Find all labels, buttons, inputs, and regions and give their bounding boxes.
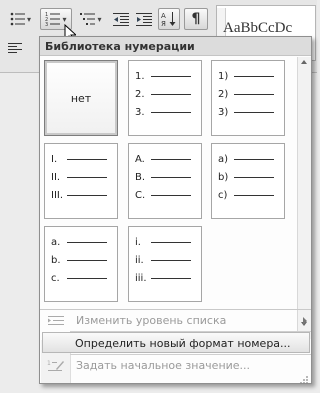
sort-icon: A Я [161,11,177,27]
numbering-tile-arabic-period[interactable]: 1. 2. 3. [128,60,202,136]
bullets-button[interactable]: ▾ [4,8,37,30]
change-level-icon [47,313,65,328]
numbering-tile-roman-upper[interactable]: I. II. III. [44,143,118,219]
define-new-format-label: Определить новый формат номера... [75,337,291,350]
list-item: A. [135,152,191,166]
list-item: i. [135,235,191,249]
numbering-tile-alpha-lower-period[interactable]: a. b. c. [44,226,118,302]
chevron-down-icon: ▾ [26,14,31,24]
list-item: a. [51,235,107,249]
chevron-down-icon: ▾ [62,14,67,24]
numbering-icon: 1 2 3 [45,12,61,26]
list-item: B. [135,170,191,184]
increase-indent-icon [136,12,152,26]
gallery-scrollbar[interactable] [297,57,311,339]
svg-text:Я: Я [161,20,166,27]
align-left-icon [8,43,22,55]
list-item: 2. [135,87,191,101]
numbering-tile-alpha-lower-paren[interactable]: a) b) c) [211,143,285,219]
change-list-level-label: Изменить уровень списка [76,314,227,327]
style-sample: AaBbCcDc [223,20,293,36]
list-item: 2) [218,87,274,101]
pilcrow-icon: ¶ [191,11,201,27]
list-item: 3. [135,105,191,119]
change-list-level-item[interactable]: Изменить уровень списка [41,310,307,331]
list-item: iii. [135,271,191,285]
decrease-indent-icon [113,12,129,26]
submenu-arrow-icon [303,317,307,325]
bullets-icon [10,12,26,26]
list-item: c) [218,188,274,202]
tile-label: нет [70,91,92,105]
define-new-number-format-item[interactable]: Определить новый формат номера... [42,332,310,353]
multilevel-list-button[interactable]: ▾ [76,8,106,30]
chevron-down-icon: ▾ [97,14,102,24]
numbering-tile-none[interactable]: нет [44,60,118,136]
scroll-up-icon[interactable] [301,60,307,64]
sort-button[interactable]: A Я [158,8,180,30]
list-item: a) [218,152,274,166]
increase-indent-button[interactable] [133,8,155,30]
show-formatting-marks-button[interactable]: ¶ [184,8,208,30]
menu-header: Библиотека нумерации [40,37,311,56]
list-item: C. [135,188,191,202]
menu-resize-grip-icon[interactable] [299,370,309,384]
list-item: 1. [135,69,191,83]
align-left-button[interactable] [4,38,26,60]
list-item: I. [51,152,107,166]
list-item: c. [51,271,107,285]
svg-text:1: 1 [47,360,51,367]
set-value-icon: 1 [47,358,65,373]
numbering-library-menu: Библиотека нумерации нет 1. 2. 3. 1) 2) … [39,36,312,384]
ribbon-edge [4,62,34,70]
numbering-tile-roman-lower[interactable]: i. ii. iii. [128,226,202,302]
decrease-indent-button[interactable] [110,8,132,30]
list-item: b. [51,253,107,267]
list-item: II. [51,170,107,184]
list-item: 3) [218,105,274,119]
svg-text:A: A [161,12,166,20]
multilevel-list-icon [80,12,96,26]
numbering-tile-alpha-upper[interactable]: A. B. C. [128,143,202,219]
set-value-label: Задать начальное значение... [76,359,251,372]
numbering-tile-arabic-paren[interactable]: 1) 2) 3) [211,60,285,136]
list-item: 1) [218,69,274,83]
list-item: ii. [135,253,191,267]
list-item: b) [218,170,274,184]
set-numbering-value-item[interactable]: 1 Задать начальное значение... [41,355,297,376]
list-item: III. [51,188,107,202]
svg-text:3: 3 [45,22,48,26]
